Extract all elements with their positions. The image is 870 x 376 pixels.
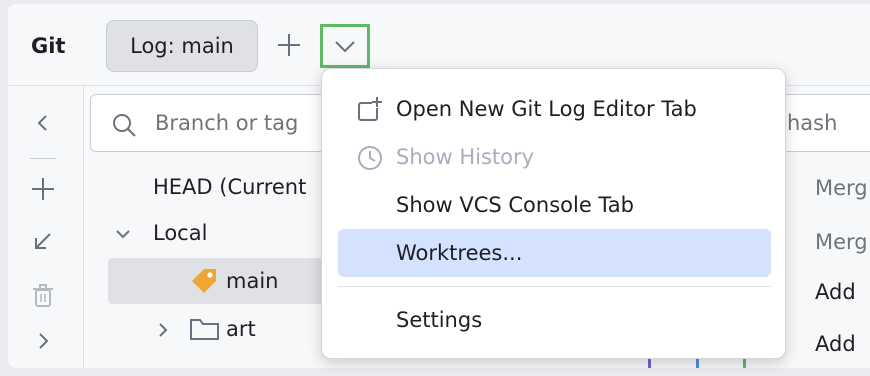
add-tab-icon[interactable] (276, 32, 302, 58)
tabs-dropdown-button[interactable] (320, 24, 370, 68)
menu-item-show-history[interactable]: Show History (338, 133, 771, 181)
log-filter-hint: hash (787, 111, 838, 135)
menu-item-label: Show VCS Console Tab (396, 193, 634, 217)
tree-item-local-label: Local (153, 221, 208, 245)
log-commit-message[interactable]: Merg (815, 176, 868, 200)
tab-log-main[interactable]: Log: main (106, 20, 258, 72)
log-commit-message[interactable]: Add (815, 280, 856, 304)
tree-item-art[interactable]: art (155, 306, 335, 352)
menu-item-label: Show History (396, 145, 535, 169)
chevron-right-icon[interactable] (155, 321, 171, 339)
menu-item-open-new-git-log-tab[interactable]: Open New Git Log Editor Tab (338, 85, 771, 133)
chevron-down-icon (335, 41, 355, 53)
chevron-right-icon[interactable] (30, 328, 56, 354)
chevron-left-icon[interactable] (30, 110, 56, 136)
tree-item-main-label: main (226, 269, 279, 293)
folder-icon (190, 319, 219, 340)
plus-icon[interactable] (30, 176, 56, 202)
tool-window-title: Git (31, 34, 66, 58)
menu-item-label: Open New Git Log Editor Tab (396, 97, 697, 121)
toolbar-separator (30, 158, 56, 159)
log-commit-message[interactable]: Add (815, 332, 856, 356)
chevron-down-icon[interactable] (114, 225, 132, 243)
left-toolbar (8, 86, 84, 368)
menu-item-label: Worktrees... (396, 241, 523, 265)
log-commit-message[interactable]: Merg (815, 230, 868, 254)
tree-item-head-label: HEAD (Current (153, 175, 307, 199)
tree-item-art-label: art (226, 317, 256, 341)
menu-item-label: Settings (396, 308, 483, 332)
tree-item-head[interactable]: HEAD (Current (153, 164, 306, 210)
new-tab-icon (358, 97, 382, 121)
tree-item-main[interactable]: main (108, 258, 348, 304)
trash-icon[interactable] (30, 282, 56, 308)
menu-item-worktrees[interactable]: Worktrees... (338, 229, 771, 277)
tag-icon (192, 269, 216, 293)
menu-separator (338, 286, 771, 287)
search-icon (113, 114, 136, 137)
arrow-down-left-icon[interactable] (30, 228, 56, 254)
menu-item-show-vcs-console[interactable]: Show VCS Console Tab (338, 181, 771, 229)
search-placeholder: Branch or tag (155, 111, 299, 135)
menu-item-settings[interactable]: Settings (338, 296, 771, 344)
tabs-popup-menu: Open New Git Log Editor Tab Show History… (321, 68, 786, 359)
clock-icon (358, 146, 382, 170)
